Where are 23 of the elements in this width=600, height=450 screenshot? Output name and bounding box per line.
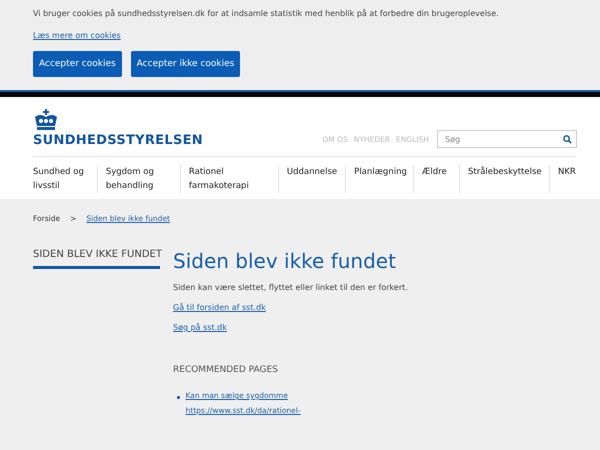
nav-item[interactable]: Rationel farmakoterapi: [180, 165, 278, 193]
nav-item[interactable]: Ældre: [413, 165, 459, 193]
error-message: Siden kan være slettet, flyttet eller linket til den er forkert.: [173, 283, 409, 292]
section-heading: RECOMMENDED PAGES: [173, 365, 279, 375]
nav-item[interactable]: Planlægning: [345, 165, 414, 193]
cookie-info-link[interactable]: Læs mere om cookies: [33, 31, 121, 40]
search-icon[interactable]: [563, 134, 572, 144]
nav-item[interactable]: Uddannelse: [278, 165, 346, 193]
cookie-button[interactable]: Accepter ikke cookies: [130, 51, 240, 77]
page-title: Siden blev ikke fundet: [173, 249, 397, 273]
nav-item[interactable]: NKR: [549, 165, 577, 193]
nav-item[interactable]: Sundhed og livsstil: [33, 165, 97, 193]
sidebar-title: SIDEN BLEV IKKE FUNDET: [33, 249, 160, 269]
nav-item[interactable]: Sygdom og behandling: [96, 165, 180, 193]
logo-text[interactable]: SUNDHEDSSTYRELSEN: [33, 133, 203, 148]
bullet-icon: [177, 396, 180, 398]
page-link[interactable]: Søg på sst.dk: [173, 323, 567, 332]
page-link[interactable]: Gå til forsiden af sst.dk: [173, 303, 567, 312]
search-field[interactable]: Søg: [437, 130, 577, 148]
nav-item[interactable]: Strålebeskyttelse: [459, 165, 549, 193]
cookie-message: Vi bruger cookies på sundhedsstyrelsen.dk for at indsamle statistik med henblik på at forbedre din brugeroplevelse.: [33, 9, 500, 18]
crown-icon: [33, 109, 59, 131]
cookie-button[interactable]: Accepter cookies: [33, 51, 122, 77]
